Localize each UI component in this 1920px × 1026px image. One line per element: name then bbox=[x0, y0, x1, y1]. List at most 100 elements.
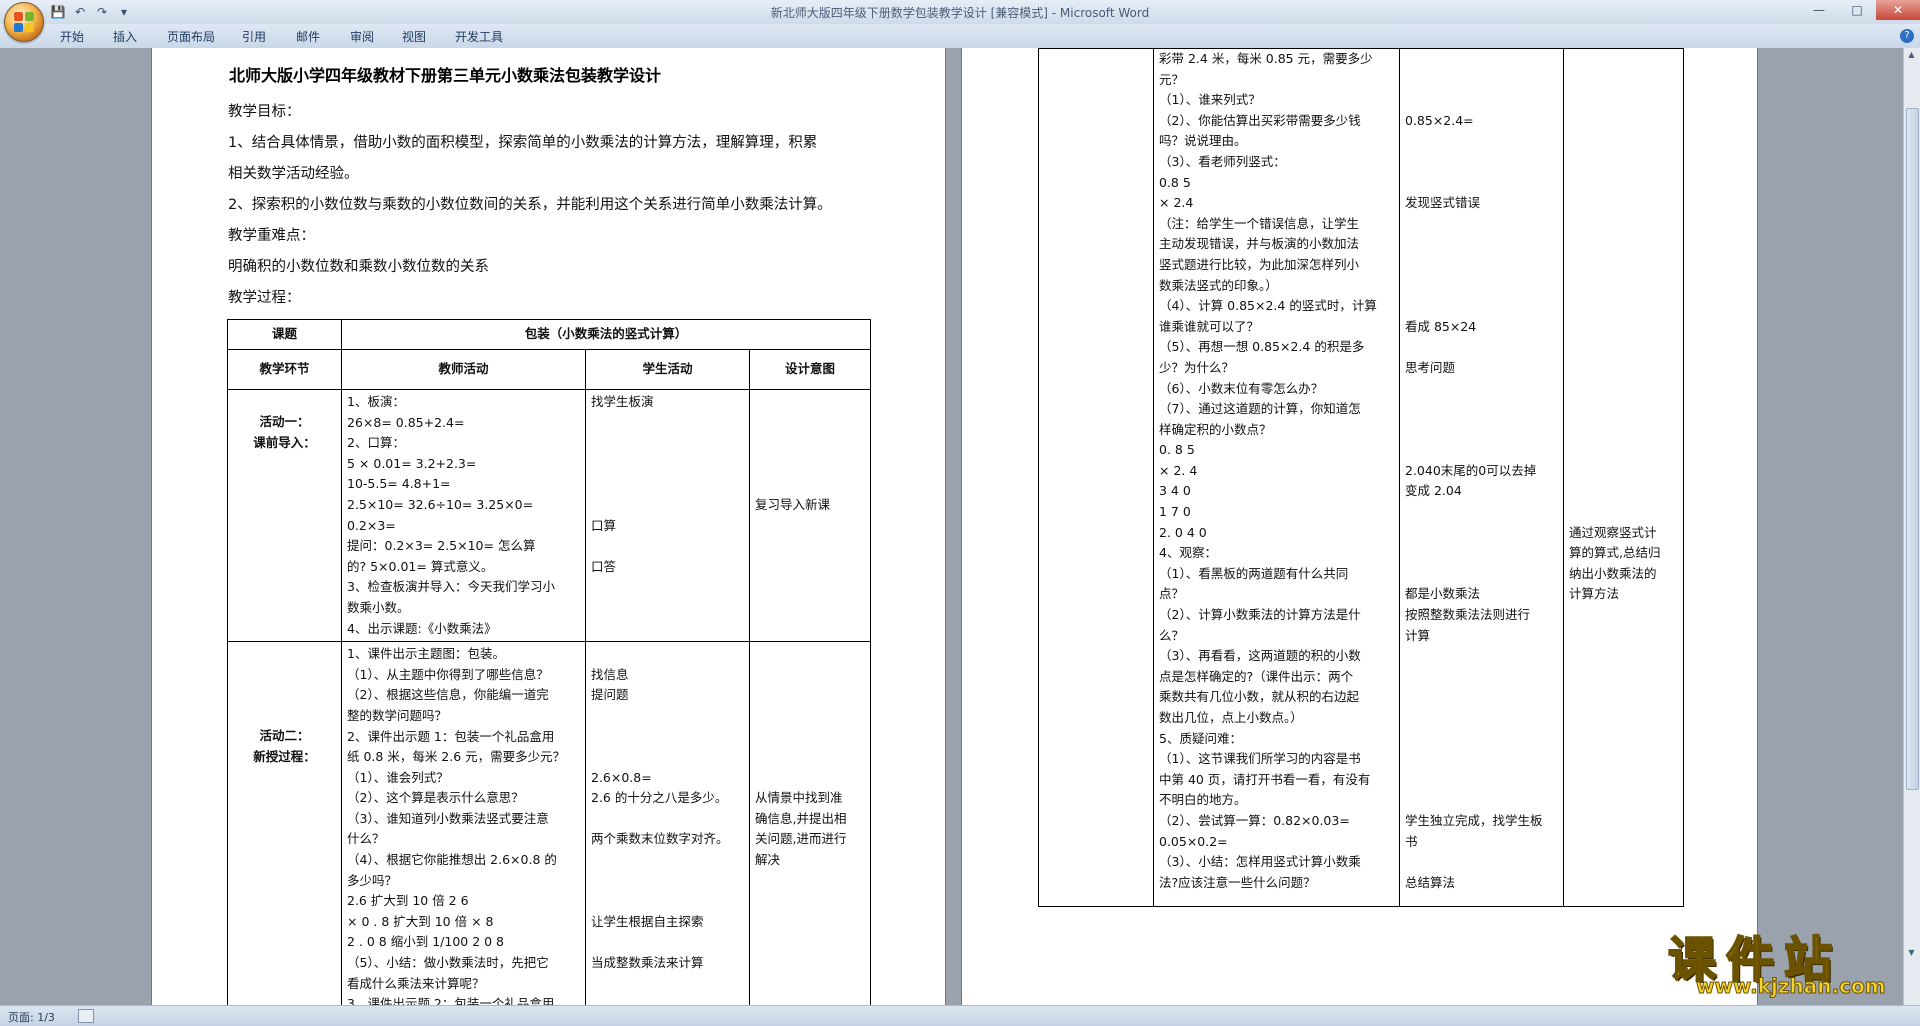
stage-2-teacher-line: 2.6 扩大到 10 倍 2 6 bbox=[347, 893, 469, 909]
right-teacher-line: 3 4 0 bbox=[1159, 483, 1191, 499]
scroll-thumb[interactable] bbox=[1906, 108, 1919, 790]
right-student-line: 按照整数乘法法则进行 bbox=[1405, 607, 1531, 623]
paragraph-objective-2: 2、探索积的小数位数与乘数的小数位数间的关系，并能利用这个关系进行简单小数乘法计… bbox=[228, 197, 832, 213]
right-teacher-line: （5）、再想一想 0.85×2.4 的积是多 bbox=[1159, 339, 1365, 355]
right-teacher-line: 元？ bbox=[1159, 71, 1185, 87]
stage-1-student: 找学生板演 口算 口答 bbox=[585, 388, 750, 643]
minimize-button[interactable]: — bbox=[1800, 0, 1838, 20]
right-teacher-line: 5、质疑问难： bbox=[1159, 730, 1242, 746]
stage-2-name-line: 新授过程： bbox=[253, 748, 316, 764]
right-teacher-line: （1）、这节课我们所学习的内容是书 bbox=[1159, 751, 1361, 767]
scroll-down-icon[interactable]: ▼ bbox=[1906, 948, 1917, 960]
scroll-up-icon[interactable]: ▲ bbox=[1906, 50, 1917, 62]
stage-1-student-line bbox=[591, 454, 744, 475]
stage-2-teacher: 1、课件出示主题图：包装。 （1）、从主题中你得到了哪些信息？ （2）、根据这些… bbox=[341, 641, 586, 1005]
right-teacher-line: 样确定积的小数点？ bbox=[1159, 421, 1272, 437]
watermark-url: www.kjzhan.com bbox=[1696, 974, 1887, 999]
stage-1-teacher-line: 数乘小数。 bbox=[347, 599, 410, 615]
stage-1-teacher-line: 4、出示课题:《小数乘法》 bbox=[347, 620, 497, 636]
stage-2-teacher-line: 2、课件出示题 1：包装一个礼品盒用 bbox=[347, 728, 555, 744]
header-teacher: 教师活动 bbox=[341, 349, 586, 390]
stage-cell-continued bbox=[1038, 48, 1154, 907]
right-teacher-line: 0. 8 5 bbox=[1159, 442, 1195, 458]
stage-1-teacher-line: 1、板演： bbox=[347, 394, 405, 409]
right-intent-line: 计算方法 bbox=[1569, 586, 1620, 602]
stage-2-student-line: 2.6×0.8= bbox=[591, 769, 652, 785]
stage-1-teacher-line: 10-5.5= 4.8+1= bbox=[347, 476, 451, 492]
right-teacher-line: （1）、看黑板的两道题有什么共同 bbox=[1159, 565, 1349, 581]
right-intent-line: 通过观察竖式计 bbox=[1569, 524, 1657, 540]
topic-value: 包装（小数乘法的竖式计算） bbox=[341, 319, 871, 350]
right-teacher-line: 0.05×0.2= bbox=[1159, 833, 1228, 849]
proofing-icon[interactable] bbox=[78, 1009, 94, 1023]
right-teacher-line: （2）、计算小数乘法的计算方法是什 bbox=[1159, 607, 1361, 623]
stage-1-intent: 复习导入新课 bbox=[749, 388, 871, 643]
page-2: 彩带 2.4 米，每米 0.85 元，需要多少 元？ （1）、谁来列式？ （2）… bbox=[962, 48, 1757, 1005]
right-student-line: 0.85×2.4= bbox=[1405, 112, 1474, 128]
right-teacher-line: 4、观察： bbox=[1159, 545, 1217, 561]
right-teacher-line: × 2. 4 bbox=[1159, 462, 1198, 478]
tab-references[interactable]: 引用 bbox=[242, 28, 266, 45]
right-teacher-line: 中第 40 页，请打开书看一看，有没有 bbox=[1159, 771, 1371, 787]
stage-2-teacher-line: 3、课件出示题 2：包装一个礼品盒用 bbox=[347, 996, 555, 1005]
right-teacher: 彩带 2.4 米，每米 0.85 元，需要多少 元？ （1）、谁来列式？ （2）… bbox=[1153, 48, 1400, 907]
right-student-line: 看成 85×24 bbox=[1405, 318, 1477, 334]
stage-2-student-line: 让学生根据自主探索 bbox=[591, 913, 704, 929]
right-teacher-line: 谁乘谁就可以了？ bbox=[1159, 318, 1260, 334]
status-bar: 页面: 1/3 bbox=[0, 1005, 1920, 1026]
stage-2-teacher-line: 多少吗？ bbox=[347, 872, 398, 888]
right-student-line: 变成 2.04 bbox=[1405, 483, 1462, 499]
right-student-line: 2.040末尾的0可以去掉 bbox=[1405, 462, 1537, 478]
stage-1-teacher-line: 3、检查板演并导入：今天我们学习小 bbox=[347, 579, 555, 595]
right-teacher-line: 法?应该注意一些什么问题？ bbox=[1159, 874, 1316, 890]
right-teacher-line: （4）、计算 0.85×2.4 的竖式时，计算 bbox=[1159, 298, 1377, 314]
right-teacher-line: 数乘法竖式的印象。） bbox=[1159, 277, 1278, 293]
tab-mailings[interactable]: 邮件 bbox=[296, 28, 320, 45]
right-teacher-line: × 2.4 bbox=[1159, 195, 1194, 211]
right-intent-line: 算的算式,总结归 bbox=[1569, 545, 1661, 561]
tab-view[interactable]: 视图 bbox=[402, 28, 426, 45]
right-teacher-line: 少？为什么？ bbox=[1159, 359, 1235, 375]
stage-2-teacher-line: （1）、谁会列式？ bbox=[347, 769, 449, 785]
stage-1-student-line bbox=[591, 495, 744, 516]
stage-2-teacher-line: 看成什么乘法来计算呢？ bbox=[347, 975, 485, 991]
stage-1-teacher: 1、板演： 26×8= 0.85+2.4= 2、口算： 5 × 0.01= 3.… bbox=[341, 388, 586, 643]
right-teacher-line: （7）、通过这道题的计算，你知道怎 bbox=[1159, 401, 1361, 417]
stage-2-teacher-line: （3）、谁知道列小数乘法竖式要注意 bbox=[347, 810, 549, 826]
vertical-scrollbar[interactable]: ▲ ▼ bbox=[1903, 48, 1920, 1005]
stage-2-teacher-line: 纸 0.8 米，每米 2.6 元，需要多少元？ bbox=[347, 749, 566, 765]
right-student-line: 计算 bbox=[1405, 627, 1431, 643]
tab-insert[interactable]: 插入 bbox=[113, 28, 137, 45]
right-teacher-line: （3）、看老师列竖式： bbox=[1159, 153, 1286, 169]
right-teacher-line: 点？ bbox=[1159, 586, 1185, 602]
stage-1-teacher-line: 26×8= 0.85+2.4= bbox=[347, 414, 465, 430]
paragraph-keypoints-heading: 教学重难点： bbox=[228, 228, 315, 244]
office-button[interactable] bbox=[4, 2, 44, 42]
tab-review[interactable]: 审阅 bbox=[350, 28, 374, 45]
stage-1-student-line bbox=[591, 474, 744, 495]
right-student-line: 发现竖式错误 bbox=[1405, 195, 1481, 211]
right-intent-line: 纳出小数乘法的 bbox=[1569, 565, 1657, 581]
stage-1-teacher-line: 0.2×3= bbox=[347, 517, 396, 533]
stage-2-teacher-line: 什么？ bbox=[347, 831, 385, 847]
page-indicator[interactable]: 页面: 1/3 bbox=[8, 1009, 55, 1025]
tab-developer[interactable]: 开发工具 bbox=[455, 28, 503, 45]
tab-home[interactable]: 开始 bbox=[60, 28, 84, 45]
maximize-button[interactable]: □ bbox=[1838, 0, 1876, 20]
help-icon[interactable]: ? bbox=[1900, 29, 1914, 43]
tab-page-layout[interactable]: 页面布局 bbox=[167, 28, 215, 45]
right-student-line: 学生独立完成，找学生板 bbox=[1405, 812, 1543, 828]
right-student-line: 思考问题 bbox=[1405, 359, 1456, 375]
right-teacher-line: （3）、小结：怎样用竖式计算小数乘 bbox=[1159, 854, 1361, 870]
title-bar: 💾 ↶ ↷ ▾ 新北师大版四年级下册数学包装教学设计 [兼容模式] - Micr… bbox=[0, 0, 1920, 42]
stage-2-student-line: 两个乘数末位数字对齐。 bbox=[591, 831, 729, 847]
right-teacher-line: 点是怎样确定的?（课件出示：两个 bbox=[1159, 668, 1354, 684]
right-teacher-line: 竖式题进行比较，为此加深怎样列小 bbox=[1159, 256, 1360, 272]
close-button[interactable]: ✕ bbox=[1876, 0, 1920, 20]
stage-2-student-line: 当成整数乘法来计算 bbox=[591, 955, 704, 971]
stage-2-intent-line: 关问题,进而进行 bbox=[755, 831, 847, 847]
stage-1-teacher-line: 5 × 0.01= 3.2+2.3= bbox=[347, 455, 477, 471]
right-teacher-line: 不明白的地方。 bbox=[1159, 792, 1247, 808]
ribbon-tabs: 开始 插入 页面布局 引用 邮件 审阅 视图 开发工具 ? bbox=[0, 24, 1920, 49]
stage-2-teacher-line: （1）、从主题中你得到了哪些信息？ bbox=[347, 666, 549, 682]
